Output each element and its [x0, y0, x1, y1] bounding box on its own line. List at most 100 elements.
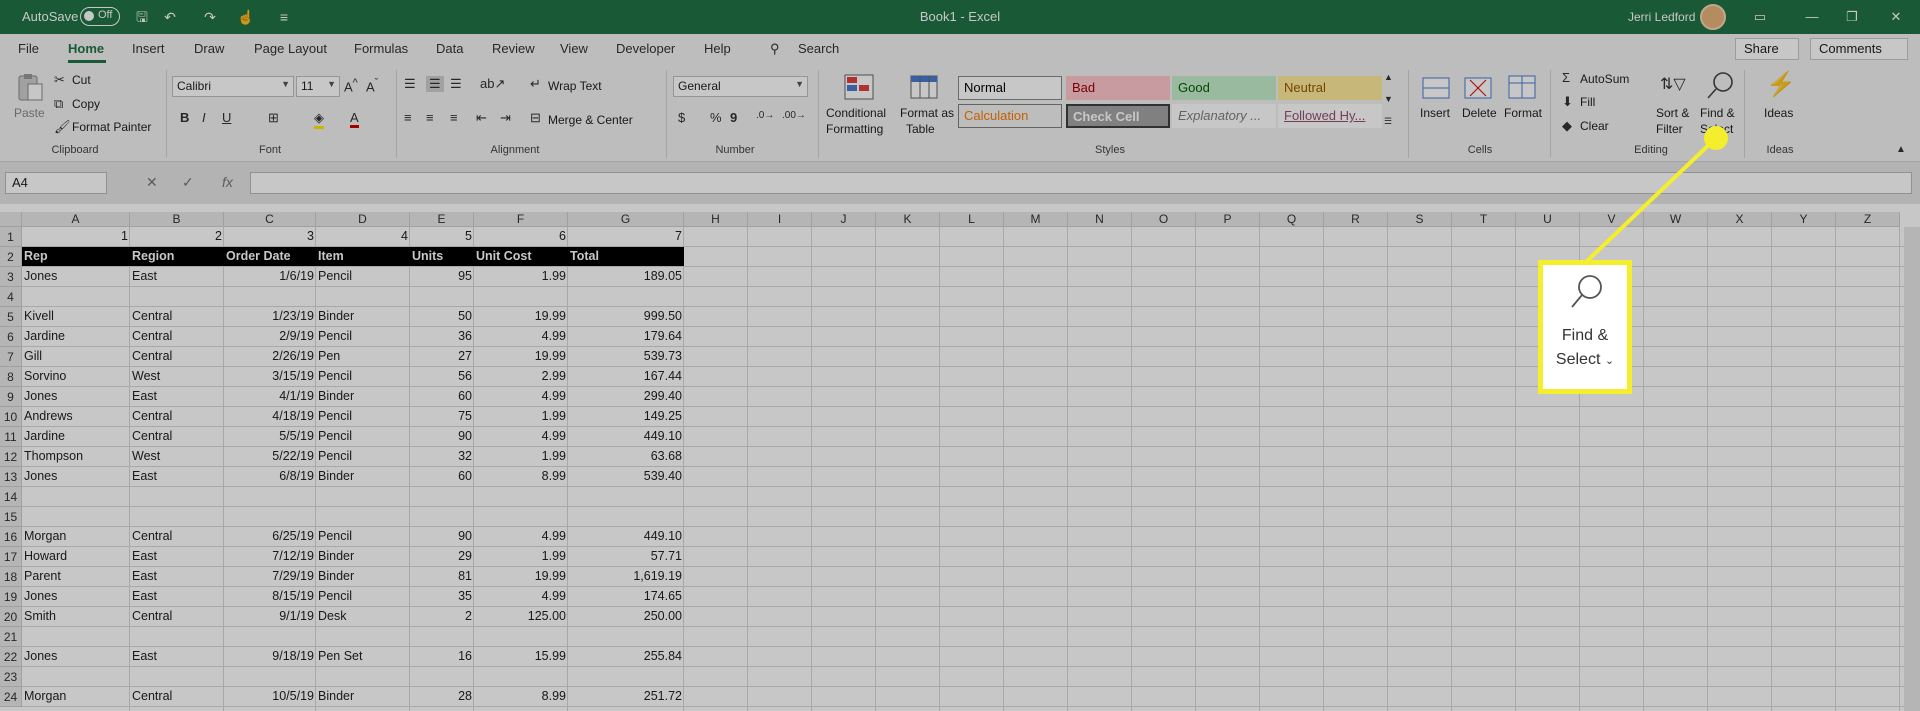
table-cell[interactable]: 4/18/19 — [224, 407, 316, 426]
table-cell[interactable]: 1/23/19 — [224, 307, 316, 326]
table-cell[interactable]: 19.99 — [474, 307, 568, 326]
table-cell[interactable]: 8/15/19 — [224, 587, 316, 606]
cut-button[interactable]: Cut — [72, 73, 91, 87]
align-right-icon[interactable]: ≡ — [450, 110, 458, 125]
table-cell[interactable]: 15.99 — [474, 647, 568, 666]
column-header-a[interactable]: A — [22, 212, 130, 227]
row-header[interactable]: 23 — [0, 667, 22, 687]
table-cell[interactable]: Morgan — [22, 527, 130, 546]
table-cell[interactable]: Binder — [316, 567, 410, 586]
table-cell[interactable]: 4.99 — [474, 427, 568, 446]
tab-page-layout[interactable]: Page Layout — [254, 41, 327, 56]
column-header-q[interactable]: Q — [1260, 212, 1324, 227]
row-header[interactable]: 5 — [0, 307, 22, 327]
row-header[interactable]: 14 — [0, 487, 22, 507]
name-box[interactable]: A4 — [5, 172, 107, 194]
table-cell[interactable]: Pencil — [316, 427, 410, 446]
column-header-r[interactable]: R — [1324, 212, 1388, 227]
row-header[interactable]: 3 — [0, 267, 22, 287]
cancel-icon[interactable]: ✕ — [146, 174, 158, 191]
insert-button[interactable]: Insert — [1420, 106, 1450, 120]
row-header[interactable]: 20 — [0, 607, 22, 627]
wrap-text-icon[interactable]: ↵ — [530, 76, 541, 92]
table-header-cell[interactable]: Unit Cost — [474, 247, 568, 266]
italic-icon[interactable]: I — [202, 110, 206, 125]
table-cell[interactable] — [316, 667, 410, 686]
increase-font-icon[interactable]: A^ — [344, 77, 358, 94]
underline-icon[interactable]: U — [222, 110, 231, 125]
table-cell[interactable]: 449.10 — [568, 527, 684, 546]
table-cell[interactable]: 7 — [568, 227, 684, 246]
top-align-icon[interactable]: ☰ — [404, 76, 416, 92]
table-cell[interactable]: Jardine — [22, 427, 130, 446]
table-cell[interactable]: 1 — [22, 227, 130, 246]
table-cell[interactable] — [316, 287, 410, 306]
percent-icon[interactable]: % — [710, 110, 722, 125]
column-header-p[interactable]: P — [1196, 212, 1260, 227]
column-header-m[interactable]: M — [1004, 212, 1068, 227]
table-cell[interactable]: Sorvino — [22, 367, 130, 386]
table-cell[interactable] — [410, 627, 474, 646]
table-cell[interactable]: 36 — [410, 327, 474, 346]
bold-icon[interactable]: B — [180, 110, 189, 125]
table-cell[interactable]: 90 — [410, 527, 474, 546]
select-all-corner[interactable] — [0, 212, 22, 227]
tab-data[interactable]: Data — [436, 41, 463, 56]
autosum-icon[interactable]: Σ — [1562, 70, 1570, 85]
enter-icon[interactable]: ✓ — [182, 174, 194, 191]
table-cell[interactable]: East — [130, 647, 224, 666]
table-cell[interactable]: Binder — [316, 307, 410, 326]
table-cell[interactable]: Jones — [22, 267, 130, 286]
column-header-s[interactable]: S — [1388, 212, 1452, 227]
fill-icon[interactable]: ⬇ — [1562, 94, 1573, 110]
column-header-b[interactable]: B — [130, 212, 224, 227]
insert-cells-icon[interactable] — [1420, 72, 1452, 104]
table-cell[interactable]: 449.10 — [568, 427, 684, 446]
gallery-down-icon[interactable]: ▼ — [1384, 94, 1393, 104]
table-cell[interactable]: 5/22/19 — [224, 447, 316, 466]
cell-style-neutral[interactable]: Neutral — [1278, 76, 1382, 100]
table-cell[interactable]: Jones — [22, 587, 130, 606]
column-header-y[interactable]: Y — [1772, 212, 1836, 227]
table-cell[interactable]: Pencil — [316, 407, 410, 426]
collapse-ribbon-icon[interactable]: ▲ — [1896, 144, 1906, 155]
number-format-select[interactable]: General ▼ — [673, 76, 808, 97]
sort-filter-icon[interactable]: ⇅▽ — [1660, 74, 1686, 94]
share-button[interactable]: Share — [1735, 38, 1799, 60]
table-cell[interactable] — [130, 667, 224, 686]
table-cell[interactable]: Central — [130, 687, 224, 706]
restore-icon[interactable]: ❐ — [1840, 5, 1864, 29]
table-cell[interactable]: Pencil — [316, 327, 410, 346]
table-cell[interactable]: 2/9/19 — [224, 327, 316, 346]
table-cell[interactable]: Pen — [316, 347, 410, 366]
ideas-icon[interactable]: ⚡ — [1766, 70, 1796, 99]
cut-icon[interactable]: ✂ — [54, 72, 65, 88]
table-cell[interactable]: West — [130, 367, 224, 386]
table-header-cell[interactable]: Order Date — [224, 247, 316, 266]
row-header[interactable]: 7 — [0, 347, 22, 367]
table-cell[interactable]: 5 — [410, 227, 474, 246]
minimize-icon[interactable]: — — [1800, 5, 1824, 29]
column-header-n[interactable]: N — [1068, 212, 1132, 227]
clear-button[interactable]: Clear — [1580, 119, 1609, 133]
table-cell[interactable] — [568, 287, 684, 306]
row-header[interactable]: 22 — [0, 647, 22, 667]
table-cell[interactable] — [224, 507, 316, 526]
column-header-i[interactable]: I — [748, 212, 812, 227]
fill-button[interactable]: Fill — [1580, 95, 1595, 109]
table-cell[interactable]: Smith — [22, 607, 130, 626]
table-cell[interactable]: 251.72 — [568, 687, 684, 706]
table-cell[interactable]: 60 — [410, 467, 474, 486]
tab-draw[interactable]: Draw — [194, 41, 224, 56]
ribbon-display-icon[interactable]: ▭ — [1748, 5, 1772, 29]
table-cell[interactable]: 4.99 — [474, 527, 568, 546]
table-cell[interactable]: 4.99 — [474, 327, 568, 346]
row-header[interactable]: 24 — [0, 687, 22, 707]
table-cell[interactable]: 1.99 — [474, 407, 568, 426]
table-cell[interactable]: East — [130, 387, 224, 406]
table-cell[interactable]: 28 — [410, 687, 474, 706]
table-cell[interactable]: Gill — [22, 347, 130, 366]
table-cell[interactable]: 8.99 — [474, 467, 568, 486]
row-header[interactable]: 12 — [0, 447, 22, 467]
table-cell[interactable]: 4.99 — [474, 587, 568, 606]
